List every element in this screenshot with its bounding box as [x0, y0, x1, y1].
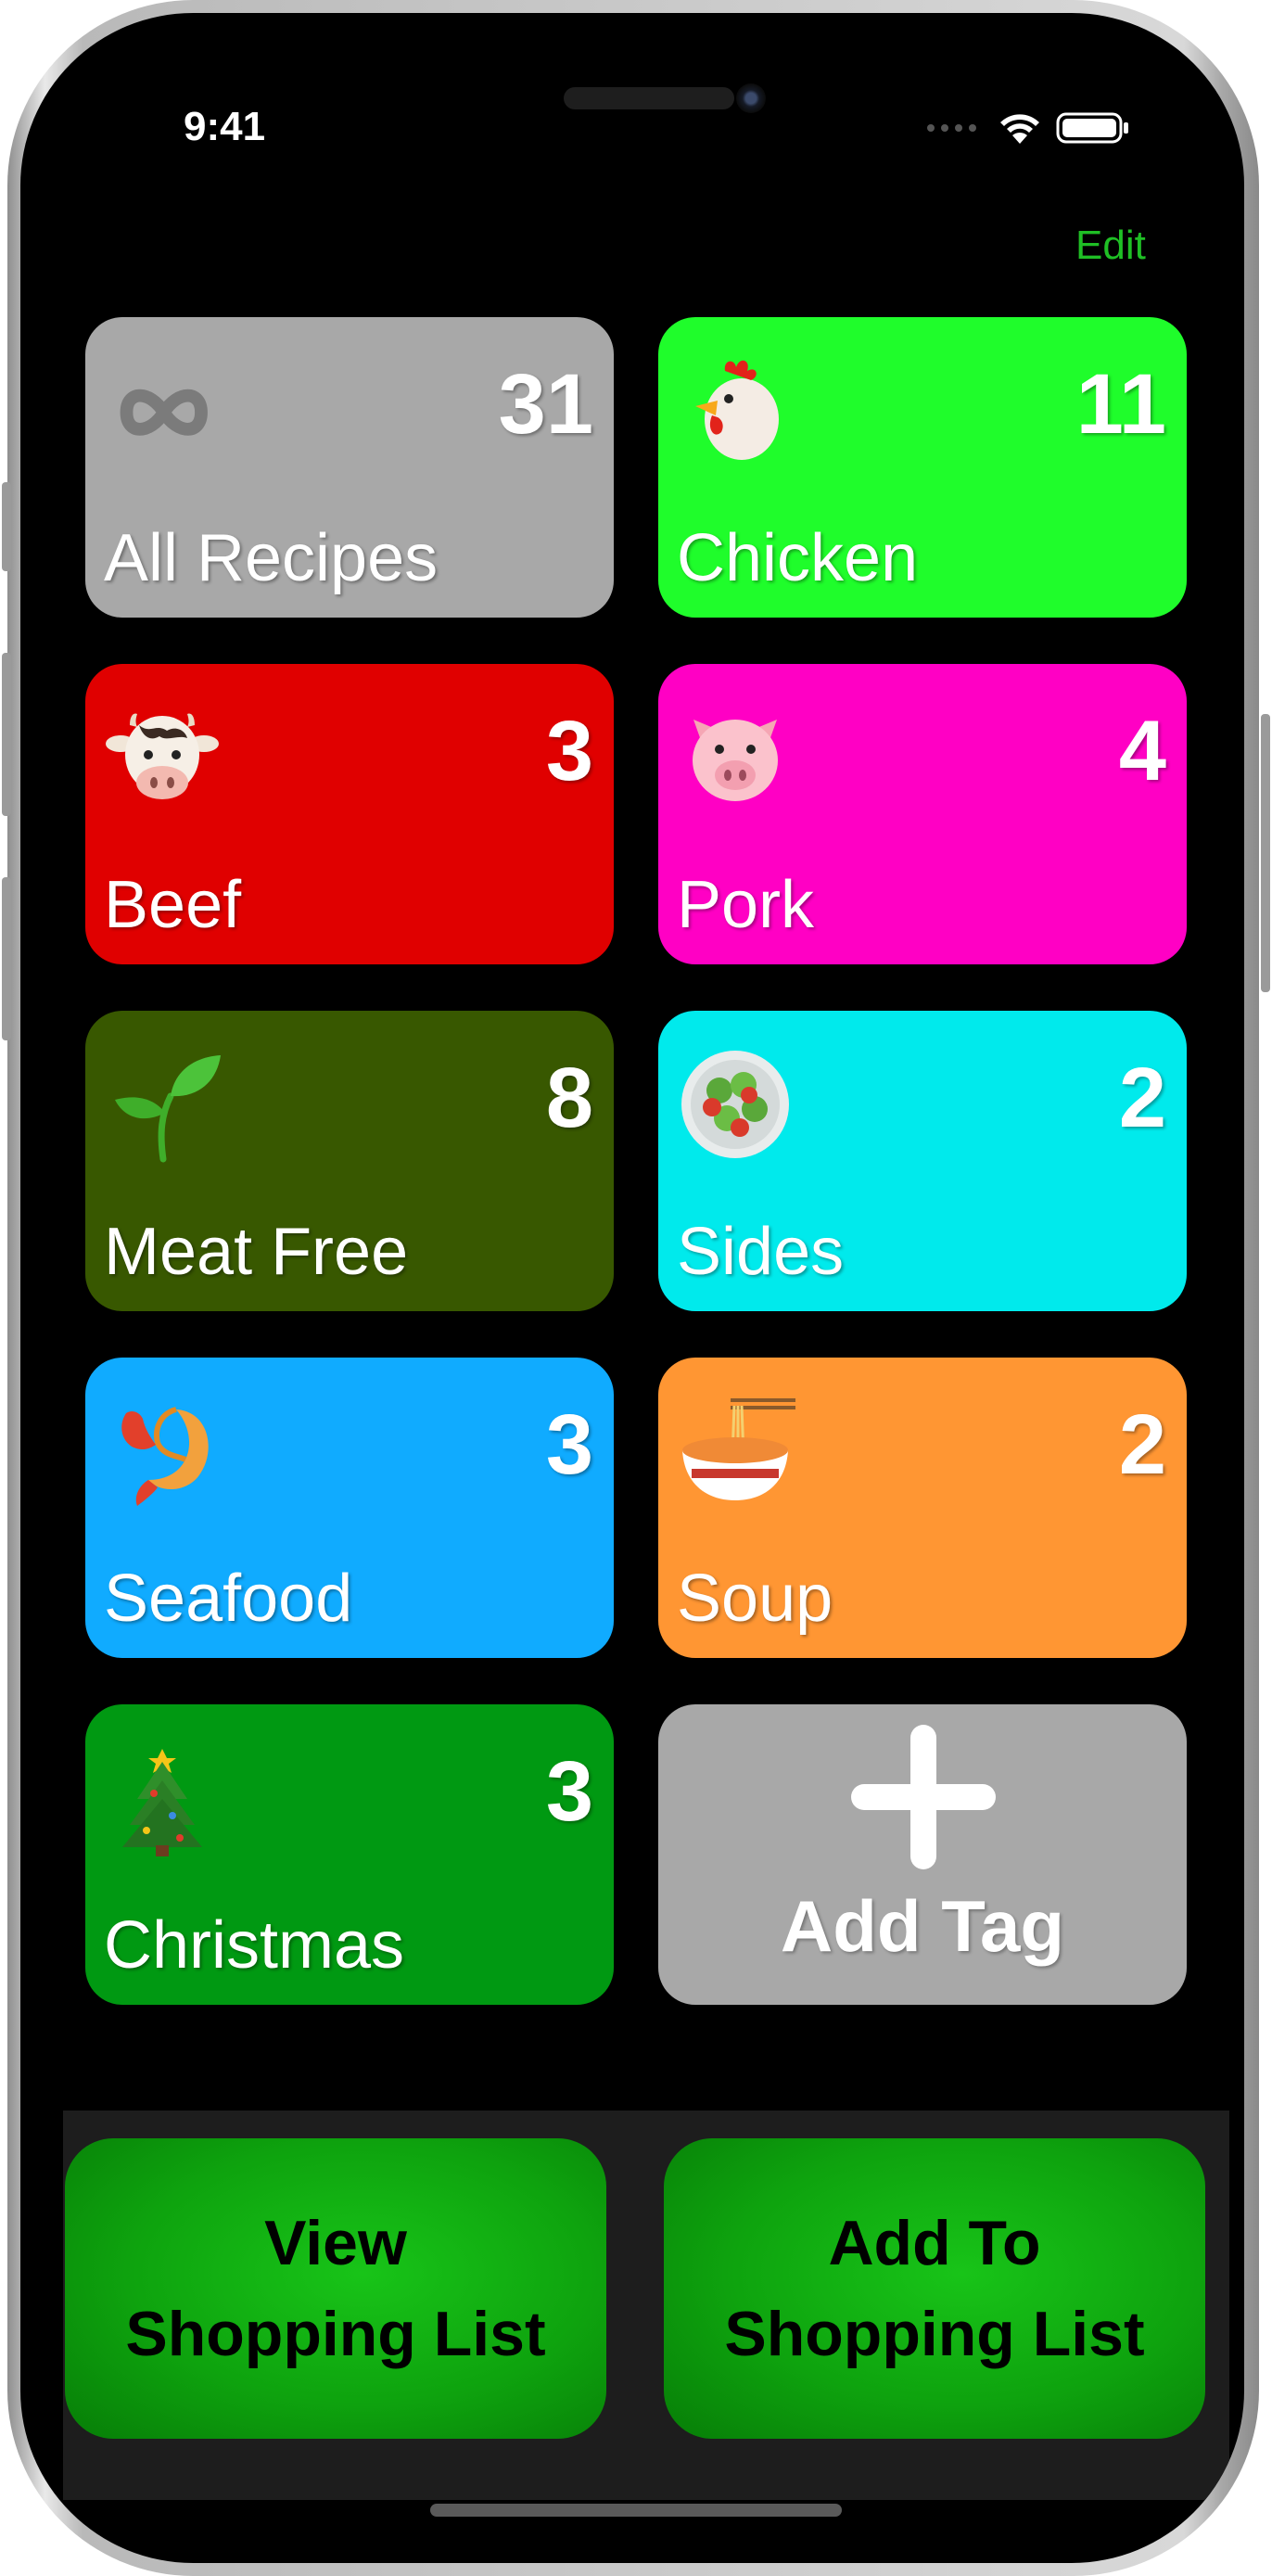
infinity-icon: [120, 389, 208, 436]
home-indicator[interactable]: [430, 2504, 842, 2517]
seedling-icon: [115, 1055, 221, 1163]
button-line: Shopping List: [724, 2299, 1145, 2369]
tag-tile-pork[interactable]: 4 Pork: [658, 664, 1187, 964]
power-button: [1261, 714, 1270, 992]
status-icons: [927, 109, 1130, 147]
tag-count: 2: [1118, 1051, 1166, 1145]
add-to-shopping-list-label: Add To Shopping List: [724, 2198, 1144, 2379]
tag-tile-christmas[interactable]: 3 Christmas: [85, 1704, 614, 2005]
volume-up-button: [2, 653, 11, 816]
tag-count: 11: [1075, 357, 1166, 452]
tag-label: Chicken: [677, 521, 919, 595]
tag-count: 3: [545, 704, 593, 798]
tag-tile-chicken[interactable]: 11 Chicken: [658, 317, 1187, 618]
app-screen: 9:41 Edit 31 All Recipes 11 Chicken 3 Be…: [20, 13, 1244, 2563]
noodle-bowl-icon: [682, 1398, 795, 1500]
tag-count: 3: [545, 1744, 593, 1839]
tag-tile-all-recipes[interactable]: 31 All Recipes: [85, 317, 614, 618]
tag-count: 2: [1118, 1397, 1166, 1492]
tag-label: Beef: [104, 868, 242, 942]
tag-label: Meat Free: [104, 1215, 409, 1289]
tag-label: Christmas: [104, 1908, 405, 1983]
tag-tile-seafood[interactable]: 3 Seafood: [85, 1358, 614, 1658]
view-shopping-list-label: View Shopping List: [125, 2198, 545, 2379]
wifi-icon: [1000, 114, 1039, 144]
add-tag-label: Add Tag: [780, 1885, 1065, 1967]
cow-face-icon: [106, 713, 219, 799]
button-line: View: [264, 2208, 407, 2278]
pig-face-icon: [693, 720, 778, 801]
silent-switch: [2, 482, 11, 571]
tag-label: Seafood: [104, 1562, 353, 1636]
tag-label: Sides: [677, 1215, 845, 1289]
edit-button[interactable]: Edit: [1075, 223, 1146, 269]
tag-label: All Recipes: [104, 521, 439, 595]
tag-label: Pork: [677, 868, 815, 942]
status-time: 9:41: [184, 104, 266, 149]
add-to-shopping-list-button[interactable]: Add To Shopping List: [664, 2138, 1205, 2439]
volume-down-button: [2, 877, 11, 1040]
tag-count: 3: [545, 1397, 593, 1492]
battery-icon: [1056, 112, 1128, 144]
button-line: Shopping List: [125, 2299, 546, 2369]
tag-tile-beef[interactable]: 3 Beef: [85, 664, 614, 964]
plus-icon: [851, 1725, 996, 1869]
tag-count: 31: [498, 357, 593, 452]
tag-count: 4: [1118, 704, 1166, 798]
earpiece-speaker: [564, 87, 734, 109]
add-tag-button[interactable]: Add Tag: [658, 1704, 1187, 2005]
view-shopping-list-button[interactable]: View Shopping List: [65, 2138, 606, 2439]
tag-label: Soup: [677, 1562, 833, 1636]
salad-icon: [681, 1051, 789, 1158]
button-line: Add To: [828, 2208, 1041, 2278]
shrimp-icon: [121, 1407, 209, 1506]
christmas-tree-icon: [122, 1749, 202, 1856]
phone-screen: 9:41 Edit 31 All Recipes 11 Chicken 3 Be…: [20, 13, 1244, 2563]
cellular-signal-icon: [927, 124, 976, 132]
tag-tile-sides[interactable]: 2 Sides: [658, 1011, 1187, 1311]
chicken-icon: [695, 360, 779, 460]
tag-tile-soup[interactable]: 2 Soup: [658, 1358, 1187, 1658]
tag-count: 8: [545, 1051, 593, 1145]
front-camera: [736, 83, 766, 113]
tag-tile-meat-free[interactable]: 8 Meat Free: [85, 1011, 614, 1311]
